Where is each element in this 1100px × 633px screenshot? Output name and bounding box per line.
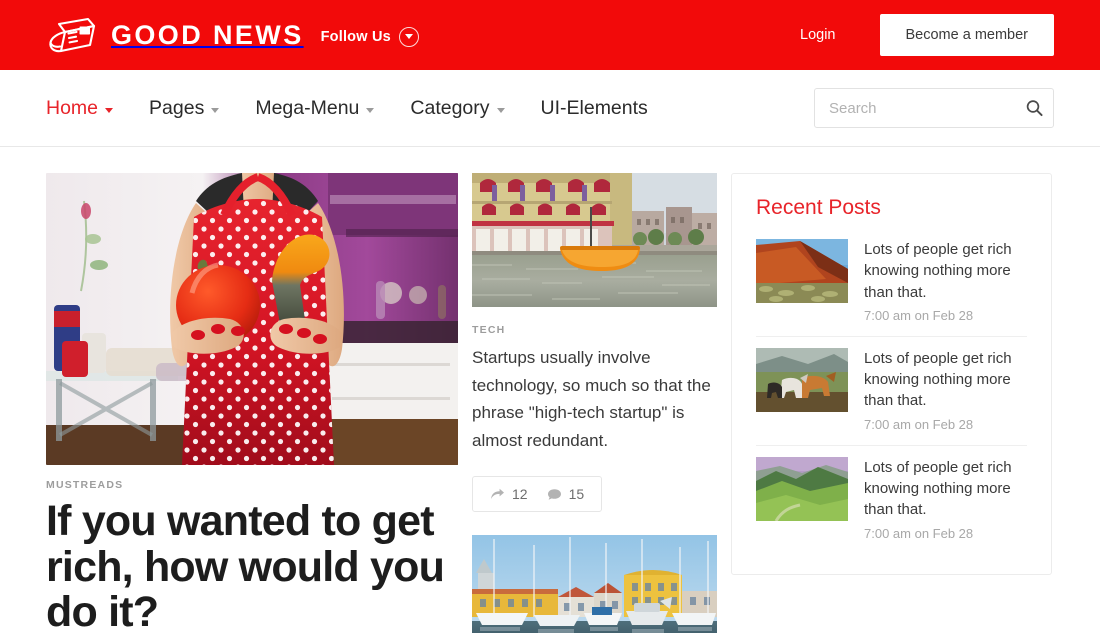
nav-item-home[interactable]: Home — [46, 97, 113, 120]
recent-post-title: Lots of people get rich knowing nothing … — [864, 239, 1027, 303]
follow-us-label: Follow Us — [321, 29, 391, 45]
recent-post-thumbnail — [756, 348, 848, 412]
recent-post-item[interactable]: Lots of people get rich knowing nothing … — [756, 336, 1027, 445]
featured-headline: If you wanted to get rich, how would you… — [46, 499, 458, 633]
comment-count-value: 15 — [569, 486, 585, 502]
recent-posts-card: Recent Posts Lots of people — [731, 173, 1052, 575]
sidebar: Recent Posts Lots of people — [731, 173, 1052, 575]
recent-post-title: Lots of people get rich knowing nothing … — [864, 457, 1027, 521]
login-link[interactable]: Login — [800, 27, 835, 43]
featured-article[interactable]: MUSTREADS If you wanted to get rich, how… — [46, 173, 458, 633]
search-icon — [1026, 100, 1043, 117]
search-button[interactable] — [1026, 100, 1043, 117]
recent-post-time: 7:00 am on Feb 28 — [864, 308, 1027, 323]
rolled-newspaper-icon — [46, 15, 98, 55]
comment-bubble-icon — [547, 488, 562, 501]
recent-post-item[interactable]: Lots of people get rich knowing nothing … — [756, 445, 1027, 554]
main-navigation: Home Pages Mega-Menu Category UI-Element… — [0, 70, 1100, 147]
article-meta: 12 15 — [472, 476, 602, 512]
canal-article-image — [472, 173, 717, 307]
brand-name: GOOD NEWS — [111, 22, 304, 49]
recent-post-thumbnail — [756, 457, 848, 521]
nav-item-ui-elements[interactable]: UI-Elements — [541, 97, 648, 120]
share-count-value: 12 — [512, 486, 528, 502]
nav-item-label: UI-Elements — [541, 97, 648, 120]
share-arrow-icon — [490, 488, 505, 501]
nav-item-label: Pages — [149, 97, 204, 120]
nav-item-pages[interactable]: Pages — [149, 97, 219, 120]
recent-post-body: Lots of people get rich knowing nothing … — [864, 457, 1027, 541]
secondary-body: Startups usually involve technology, so … — [472, 344, 717, 454]
secondary-kicker: TECH — [472, 324, 717, 336]
chevron-down-icon — [366, 108, 374, 113]
recent-post-title: Lots of people get rich knowing nothing … — [864, 348, 1027, 412]
search-box — [814, 88, 1054, 128]
recent-post-thumbnail — [756, 239, 848, 303]
chevron-down-icon — [497, 108, 505, 113]
chevron-down-icon — [399, 27, 419, 47]
chevron-down-icon — [105, 108, 113, 113]
recent-post-item[interactable]: Lots of people get rich knowing nothing … — [756, 239, 1027, 336]
nav-item-label: Mega-Menu — [255, 97, 359, 120]
become-a-member-button[interactable]: Become a member — [880, 14, 1055, 56]
brand-logo-link[interactable]: GOOD NEWS — [46, 15, 304, 55]
recent-post-body: Lots of people get rich knowing nothing … — [864, 239, 1027, 323]
secondary-column: TECH Startups usually involve technology… — [472, 173, 717, 633]
chevron-down-icon — [211, 108, 219, 113]
nav-list: Home Pages Mega-Menu Category UI-Element… — [46, 97, 648, 120]
nav-item-mega-menu[interactable]: Mega-Menu — [255, 97, 374, 120]
harbour-article-image — [472, 535, 717, 633]
nav-item-label: Home — [46, 97, 98, 120]
featured-article-image — [46, 173, 458, 465]
recent-post-time: 7:00 am on Feb 28 — [864, 417, 1027, 432]
header-actions: Login Become a member — [800, 14, 1054, 56]
follow-us-dropdown[interactable]: Follow Us — [321, 27, 419, 47]
recent-posts-title: Recent Posts — [756, 196, 1027, 220]
nav-item-label: Category — [410, 97, 489, 120]
search-input[interactable] — [814, 88, 1054, 128]
site-header: GOOD NEWS Follow Us Login Become a membe… — [0, 0, 1100, 70]
main-content: MUSTREADS If you wanted to get rich, how… — [0, 147, 1100, 633]
comment-count[interactable]: 15 — [547, 486, 585, 502]
recent-post-time: 7:00 am on Feb 28 — [864, 526, 1027, 541]
nav-item-category[interactable]: Category — [410, 97, 504, 120]
featured-kicker: MUSTREADS — [46, 479, 458, 491]
share-count[interactable]: 12 — [490, 486, 528, 502]
recent-post-body: Lots of people get rich knowing nothing … — [864, 348, 1027, 432]
